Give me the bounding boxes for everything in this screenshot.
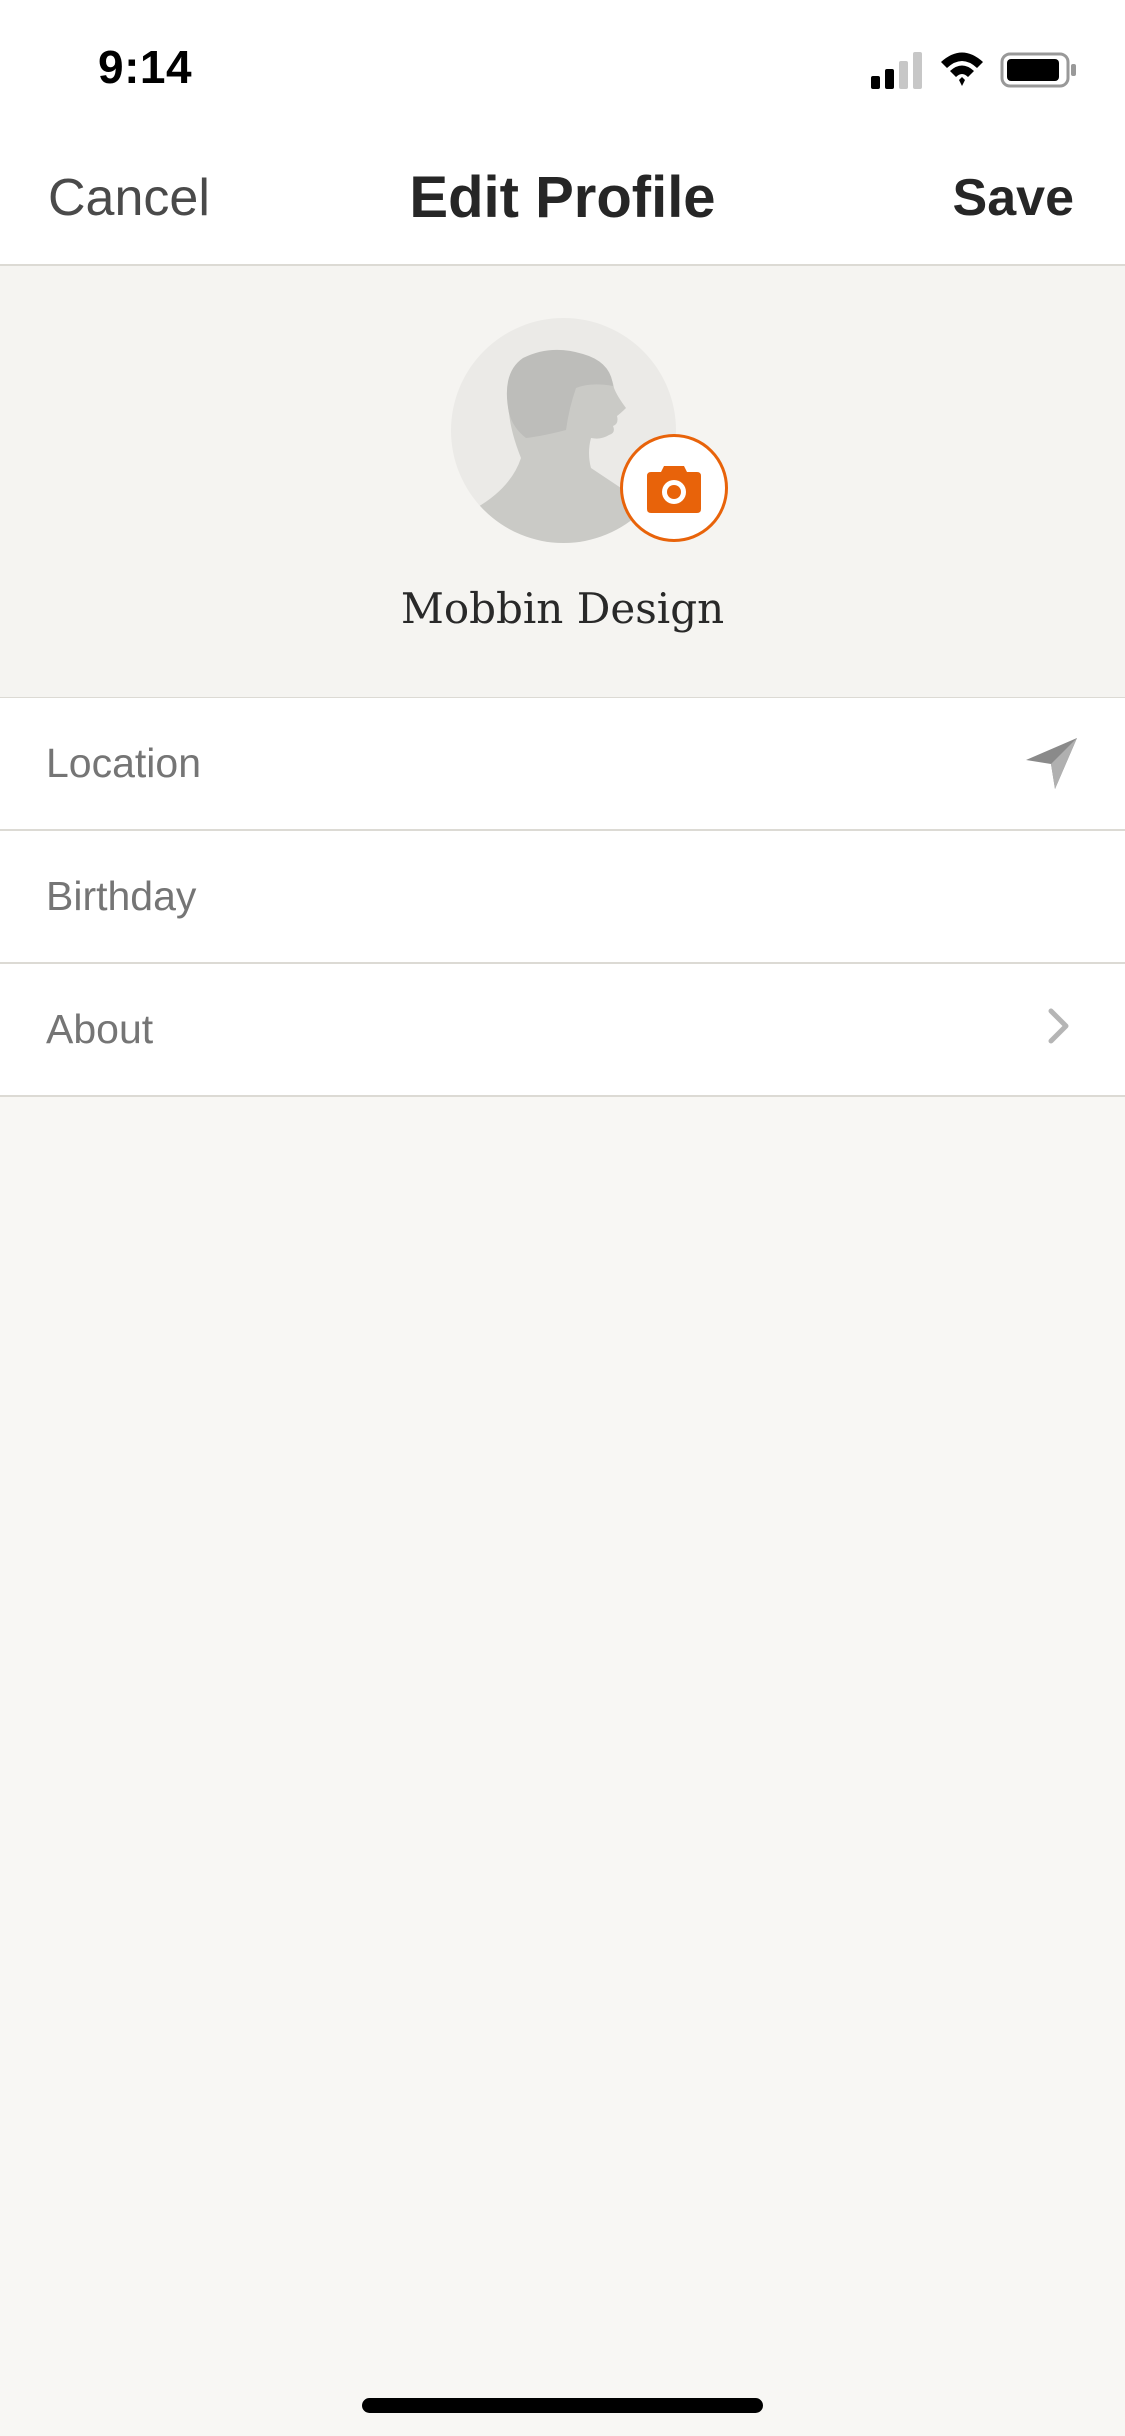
status-time: 9:14: [98, 41, 193, 93]
camera-icon: [647, 466, 701, 513]
birthday-label: Birthday: [46, 873, 197, 919]
birthday-field[interactable]: Birthday: [0, 831, 1125, 964]
profile-fields-list: Location Birthday About: [0, 698, 1125, 1097]
status-icons: [871, 48, 1081, 92]
profile-header: Mobbin Design: [0, 266, 1125, 699]
about-field[interactable]: About: [0, 964, 1125, 1097]
change-photo-button[interactable]: [620, 434, 728, 542]
status-bar: 9:14: [0, 0, 1125, 132]
wifi-icon: [941, 52, 983, 86]
nav-bar: Cancel Edit Profile Save: [0, 132, 1125, 266]
profile-name: Mobbin Design: [400, 584, 725, 633]
home-indicator: [362, 2398, 763, 2413]
battery-icon: [1000, 52, 1076, 88]
cellular-signal-icon: [871, 52, 922, 89]
location-arrow-icon[interactable]: [1023, 736, 1079, 797]
location-label: Location: [46, 740, 202, 786]
about-label: About: [46, 1006, 154, 1052]
chevron-right-icon: [1047, 1008, 1071, 1049]
save-button[interactable]: Save: [953, 168, 1074, 228]
location-field[interactable]: Location: [0, 698, 1125, 831]
